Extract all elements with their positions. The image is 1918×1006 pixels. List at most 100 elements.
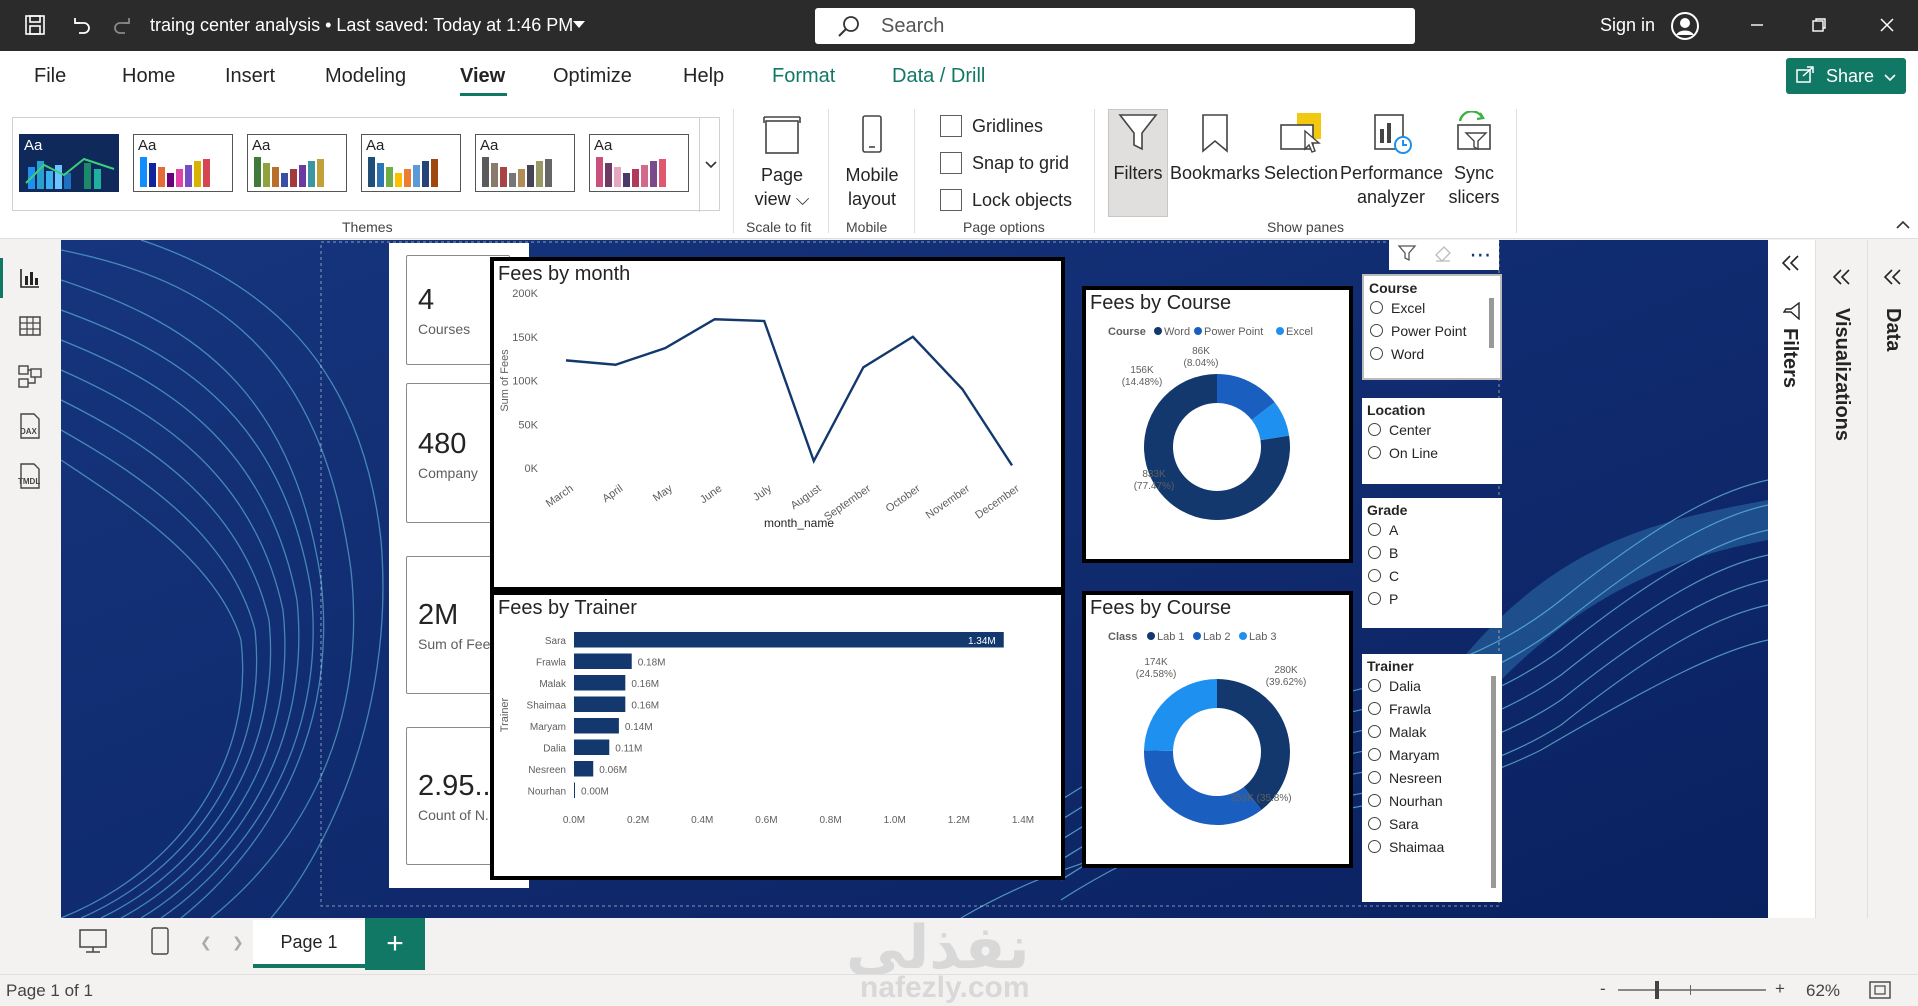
themes-expand-chevron-icon[interactable] — [699, 118, 721, 212]
visualizations-pane[interactable]: Visualizations — [1816, 240, 1868, 920]
sign-in-link[interactable]: Sign in — [1600, 15, 1655, 36]
filters-button[interactable]: Filters — [1108, 111, 1168, 185]
theme-5[interactable]: Aa — [475, 134, 575, 192]
radio-button[interactable] — [1368, 523, 1381, 536]
radio-button[interactable] — [1368, 794, 1381, 807]
slicer-option[interactable]: P — [1362, 587, 1502, 610]
redo-icon[interactable] — [110, 12, 136, 38]
menu-home[interactable]: Home — [122, 65, 175, 88]
mobile-layout-button[interactable]: Mobile layout — [840, 113, 904, 211]
data-pane[interactable]: Data — [1868, 240, 1918, 920]
zoom-slider-thumb[interactable] — [1655, 981, 1659, 999]
fees-by-course-visual[interactable]: Fees by Course Course Word Power Point Exce… — [1082, 286, 1353, 563]
fees-by-month-visual[interactable]: Fees by month 0K 50K 100K 150K 200K March Apri… — [490, 257, 1065, 591]
document-title[interactable]: traing center analysis • Last saved: Tod… — [150, 15, 573, 36]
slicer-option[interactable]: Maryam — [1362, 743, 1502, 766]
data-pane-label[interactable]: Data — [1881, 308, 1904, 351]
grade-slicer[interactable]: Grade A B C P — [1362, 498, 1502, 628]
scrollbar[interactable] — [1491, 676, 1496, 888]
mobile-layout-icon[interactable] — [150, 926, 170, 961]
slicer-option[interactable]: Word — [1364, 342, 1500, 365]
theme-1[interactable]: Aa — [19, 134, 119, 192]
radio-button[interactable] — [1368, 546, 1381, 559]
menu-optimize[interactable]: Optimize — [553, 65, 632, 88]
slicer-option[interactable]: Excel — [1364, 296, 1500, 319]
next-page-chevron-icon[interactable]: ❯ — [232, 934, 244, 951]
expand-data-icon[interactable] — [1883, 268, 1903, 291]
desktop-layout-icon[interactable] — [78, 928, 108, 959]
radio-button[interactable] — [1368, 446, 1381, 459]
radio-button[interactable] — [1368, 423, 1381, 436]
radio-button[interactable] — [1368, 817, 1381, 830]
radio-button[interactable] — [1368, 592, 1381, 605]
menu-format[interactable]: Format — [772, 65, 835, 88]
slicer-option[interactable]: Nesreen — [1362, 766, 1502, 789]
restore-icon[interactable] — [1806, 12, 1832, 38]
menu-modeling[interactable]: Modeling — [325, 65, 406, 88]
fees-by-class-visual[interactable]: Fees by Course Class Lab 1 Lab 2 Lab 3 280K(… — [1082, 591, 1353, 868]
snap-to-grid-checkbox[interactable]: Snap to grid — [940, 152, 1069, 174]
expand-visualizations-icon[interactable] — [1832, 268, 1852, 291]
add-page-button[interactable]: + — [365, 918, 425, 970]
filters-pane[interactable]: Filters — [1768, 240, 1816, 920]
radio-button[interactable] — [1368, 725, 1381, 738]
dax-query-view-icon[interactable]: DAX — [16, 412, 44, 440]
search-box[interactable] — [815, 8, 1415, 44]
radio-button[interactable] — [1370, 324, 1383, 337]
table-view-icon[interactable] — [16, 312, 44, 340]
menu-file[interactable]: File — [34, 65, 66, 88]
theme-2[interactable]: Aa — [133, 134, 233, 192]
visualizations-pane-label[interactable]: Visualizations — [1830, 308, 1853, 441]
radio-button[interactable] — [1368, 748, 1381, 761]
share-button[interactable]: Share — [1786, 58, 1906, 94]
checkbox-box[interactable] — [940, 152, 962, 174]
theme-3[interactable]: Aa — [247, 134, 347, 192]
avatar-icon[interactable] — [1670, 11, 1700, 46]
slicer-option[interactable]: C — [1362, 564, 1502, 587]
model-view-icon[interactable] — [16, 362, 44, 390]
selection-button[interactable]: Selection — [1262, 111, 1340, 185]
scrollbar[interactable] — [1489, 298, 1494, 348]
undo-icon[interactable] — [68, 12, 94, 38]
zoom-out-icon[interactable]: - — [1600, 979, 1606, 999]
slicer-option[interactable]: Nourhan — [1362, 789, 1502, 812]
more-options-icon[interactable]: ⋯ — [1469, 244, 1491, 266]
menu-insert[interactable]: Insert — [225, 65, 275, 88]
radio-button[interactable] — [1370, 347, 1383, 360]
menu-data-drill[interactable]: Data / Drill — [892, 65, 985, 88]
course-slicer[interactable]: Course Excel Power Point Word — [1362, 274, 1502, 380]
expand-filters-icon[interactable] — [1781, 254, 1801, 277]
search-input[interactable] — [881, 12, 1381, 40]
slicer-option[interactable]: Power Point — [1364, 319, 1500, 342]
checkbox-box[interactable] — [940, 189, 962, 211]
fees-by-trainer-visual[interactable]: Fees by Trainer Sara 1.34M Frawla 0.18M Mala… — [490, 591, 1065, 880]
slicer-option[interactable]: Shaimaa — [1362, 835, 1502, 858]
filters-pane-label[interactable]: Filters — [1778, 328, 1801, 388]
report-canvas[interactable]: 4 Courses 480 Company 2M Sum of Fees 2.9… — [61, 240, 1768, 918]
zoom-in-icon[interactable]: + — [1775, 979, 1785, 999]
radio-button[interactable] — [1368, 840, 1381, 853]
report-view-icon[interactable] — [16, 264, 44, 292]
collapse-ribbon-chevron-icon[interactable] — [1896, 217, 1910, 235]
close-icon[interactable] — [1874, 12, 1900, 38]
bookmarks-button[interactable]: Bookmarks — [1170, 111, 1260, 185]
tmdl-view-icon[interactable]: TMDL — [16, 462, 44, 490]
slicer-option[interactable]: A — [1362, 518, 1502, 541]
gridlines-checkbox[interactable]: Gridlines — [940, 115, 1043, 137]
slicer-option[interactable]: Malak — [1362, 720, 1502, 743]
slicer-option[interactable]: Sara — [1362, 812, 1502, 835]
checkbox-box[interactable] — [940, 115, 962, 137]
location-slicer[interactable]: Location Center On Line — [1362, 398, 1502, 484]
theme-6[interactable]: Aa — [589, 134, 689, 192]
page-tab-1[interactable]: Page 1 — [253, 920, 365, 968]
page-view-button[interactable]: Page view ⌵ — [752, 113, 812, 211]
radio-button[interactable] — [1368, 771, 1381, 784]
sync-slicers-button[interactable]: Sync slicers — [1444, 110, 1504, 209]
performance-analyzer-button[interactable]: Performance analyzer — [1340, 111, 1443, 209]
title-dropdown-chevron-icon[interactable] — [566, 12, 592, 38]
slicer-option[interactable]: Frawla — [1362, 697, 1502, 720]
filter-icon[interactable] — [1397, 243, 1417, 268]
prev-page-chevron-icon[interactable]: ❮ — [200, 934, 212, 951]
slicer-option[interactable]: B — [1362, 541, 1502, 564]
lock-objects-checkbox[interactable]: Lock objects — [940, 189, 1072, 211]
